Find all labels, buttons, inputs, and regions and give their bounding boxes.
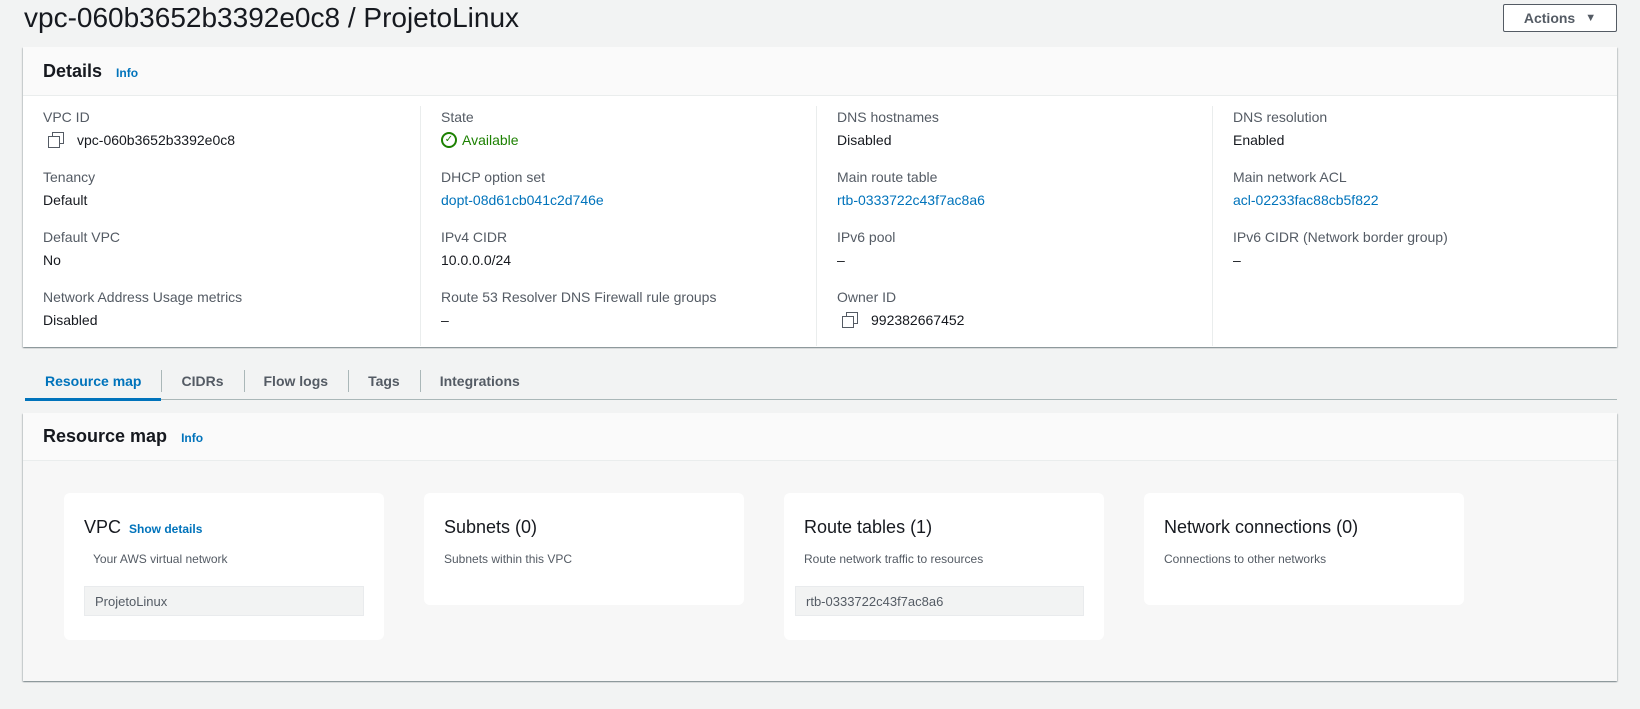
field-label: DNS resolution bbox=[1233, 109, 1328, 125]
field-label: Default VPC bbox=[43, 229, 121, 245]
details-header: Details Info bbox=[23, 47, 1617, 96]
subnets-card-title: Subnets (0) bbox=[444, 517, 538, 537]
resource-map-body: VPC Show details Your AWS virtual networ… bbox=[23, 461, 1617, 681]
state-value: Available bbox=[462, 132, 519, 148]
field-value: Default bbox=[43, 192, 88, 208]
main-network-acl-link[interactable]: acl-02233fac88cb5f822 bbox=[1233, 190, 1588, 210]
field-label: State bbox=[441, 109, 474, 125]
vpc-card-title: VPC bbox=[84, 517, 122, 537]
caret-down-icon: ▼ bbox=[1585, 12, 1597, 24]
vpc-item[interactable]: ProjetoLinux bbox=[84, 586, 364, 616]
field-value: vpc-060b3652b3392e0c8 bbox=[43, 130, 400, 150]
details-grid: VPC ID vpc-060b3652b3392e0c8 Tenancy Def… bbox=[23, 96, 1617, 346]
details-column-1: VPC ID vpc-060b3652b3392e0c8 Tenancy Def… bbox=[23, 106, 420, 346]
field-value: – bbox=[837, 252, 845, 268]
field-label: IPv6 CIDR (Network border group) bbox=[1233, 229, 1448, 245]
field-vpc-id: VPC ID vpc-060b3652b3392e0c8 bbox=[43, 106, 400, 166]
field-value: No bbox=[43, 252, 61, 268]
owner-id-value: 992382667452 bbox=[871, 312, 965, 328]
network-connections-card-title: Network connections (0) bbox=[1164, 517, 1359, 537]
field-main-route-table: Main route table rtb-0333722c43f7ac8a6 bbox=[837, 166, 1192, 226]
field-label: Tenancy bbox=[43, 169, 96, 185]
field-label: DNS hostnames bbox=[837, 109, 939, 125]
vpc-id-value: vpc-060b3652b3392e0c8 bbox=[77, 132, 236, 148]
field-label: Network Address Usage metrics bbox=[43, 289, 243, 305]
details-column-3: DNS hostnames Disabled Main route table … bbox=[816, 106, 1212, 346]
field-value: 10.0.0.0/24 bbox=[441, 252, 512, 268]
copy-icon[interactable] bbox=[47, 132, 64, 148]
tab-resource-map[interactable]: Resource map bbox=[25, 362, 162, 401]
field-value: Enabled bbox=[1233, 132, 1285, 148]
field-route53-firewall: Route 53 Resolver DNS Firewall rule grou… bbox=[441, 286, 796, 346]
tab-tags[interactable]: Tags bbox=[348, 362, 420, 400]
route-tables-card-title: Route tables (1) bbox=[804, 517, 933, 537]
dhcp-option-set-link[interactable]: dopt-08d61cb041c2d746e bbox=[441, 190, 796, 210]
tab-cidrs[interactable]: CIDRs bbox=[161, 362, 243, 400]
copy-icon[interactable] bbox=[841, 312, 858, 328]
field-dns-resolution: DNS resolution Enabled bbox=[1233, 106, 1588, 166]
field-label: IPv6 pool bbox=[837, 229, 896, 245]
field-value: 992382667452 bbox=[837, 310, 1192, 330]
field-state: State ✓ Available bbox=[441, 106, 796, 166]
field-label: Route 53 Resolver DNS Firewall rule grou… bbox=[441, 289, 717, 305]
subnets-card: Subnets (0) Subnets within this VPC bbox=[424, 493, 744, 605]
details-column-2: State ✓ Available DHCP option set dopt-0… bbox=[420, 106, 816, 346]
main-route-table-link[interactable]: rtb-0333722c43f7ac8a6 bbox=[837, 190, 1192, 210]
field-dns-hostnames: DNS hostnames Disabled bbox=[837, 106, 1192, 166]
field-value: Disabled bbox=[837, 132, 892, 148]
resource-map-info-link[interactable]: Info bbox=[181, 431, 203, 445]
field-value: – bbox=[441, 312, 449, 328]
field-label: Main route table bbox=[837, 169, 938, 185]
field-main-network-acl: Main network ACL acl-02233fac88cb5f822 bbox=[1233, 166, 1588, 226]
field-network-address-usage: Network Address Usage metrics Disabled bbox=[43, 286, 400, 346]
vpc-card-subtitle: Your AWS virtual network bbox=[93, 552, 228, 566]
field-label: IPv4 CIDR bbox=[441, 229, 508, 245]
field-label: Main network ACL bbox=[1233, 169, 1347, 185]
resource-map-header: Resource map Info bbox=[23, 413, 1617, 461]
network-connections-card-subtitle: Connections to other networks bbox=[1164, 552, 1327, 566]
subnets-card-subtitle: Subnets within this VPC bbox=[444, 552, 573, 566]
field-label: VPC ID bbox=[43, 109, 90, 125]
actions-button-label: Actions bbox=[1523, 10, 1576, 26]
route-tables-card-subtitle: Route network traffic to resources bbox=[804, 552, 984, 566]
route-tables-card: Route tables (1) Route network traffic t… bbox=[784, 493, 1104, 640]
show-details-link[interactable]: Show details bbox=[129, 522, 202, 536]
route-table-item[interactable]: rtb-0333722c43f7ac8a6 bbox=[795, 586, 1084, 616]
actions-button[interactable]: Actions ▼ bbox=[1503, 4, 1617, 32]
status-indicator: ✓ Available bbox=[441, 130, 796, 150]
tab-integrations[interactable]: Integrations bbox=[419, 362, 540, 400]
field-label: DHCP option set bbox=[441, 169, 546, 185]
resource-map-title: Resource map bbox=[43, 426, 168, 446]
check-circle-icon: ✓ bbox=[441, 132, 457, 148]
network-connections-card: Network connections (0) Connections to o… bbox=[1144, 493, 1464, 605]
field-label: Owner ID bbox=[837, 289, 897, 305]
details-info-link[interactable]: Info bbox=[116, 66, 138, 80]
page-title: vpc-060b3652b3392e0c8 / ProjetoLinux bbox=[24, 2, 520, 33]
field-tenancy: Tenancy Default bbox=[43, 166, 400, 226]
tab-bar: Resource map CIDRs Flow logs Tags Integr… bbox=[25, 362, 1617, 401]
details-column-4: DNS resolution Enabled Main network ACL … bbox=[1212, 106, 1608, 346]
field-dhcp-option-set: DHCP option set dopt-08d61cb041c2d746e bbox=[441, 166, 796, 226]
details-title: Details bbox=[43, 61, 103, 81]
field-value: – bbox=[1233, 252, 1241, 268]
vpc-card-title-row: VPC Show details bbox=[84, 517, 364, 538]
field-owner-id: Owner ID 992382667452 bbox=[837, 286, 1192, 346]
field-ipv6-pool: IPv6 pool – bbox=[837, 226, 1192, 286]
field-ipv4-cidr: IPv4 CIDR 10.0.0.0/24 bbox=[441, 226, 796, 286]
field-value: Disabled bbox=[43, 312, 98, 328]
tab-flow-logs[interactable]: Flow logs bbox=[243, 362, 349, 400]
details-panel: Details Info VPC ID vpc-060b3652b3392e0c… bbox=[23, 47, 1617, 347]
vpc-card: VPC Show details Your AWS virtual networ… bbox=[64, 493, 384, 640]
field-default-vpc: Default VPC No bbox=[43, 226, 400, 286]
resource-map-panel: Resource map Info VPC Show details Your … bbox=[23, 413, 1617, 681]
field-ipv6-cidr: IPv6 CIDR (Network border group) – bbox=[1233, 226, 1588, 286]
